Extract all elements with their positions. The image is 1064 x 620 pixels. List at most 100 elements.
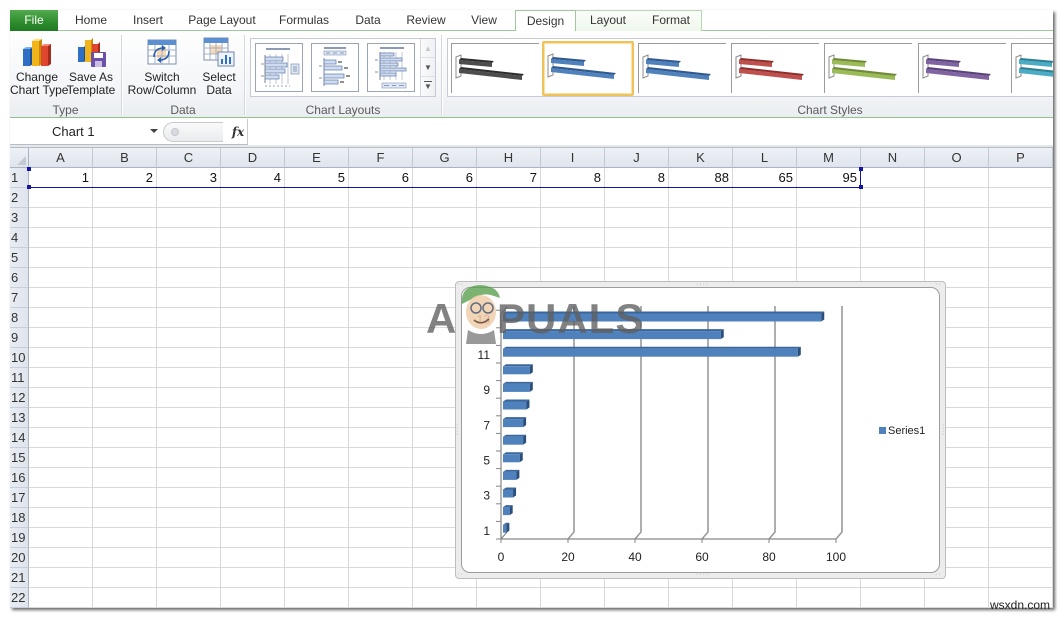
cell-B21[interactable] xyxy=(93,568,157,588)
cell-F3[interactable] xyxy=(349,208,413,228)
cell-D16[interactable] xyxy=(221,468,285,488)
tab-home[interactable]: Home xyxy=(68,10,114,31)
cell-B1[interactable]: 2 xyxy=(93,168,157,188)
cell-J3[interactable] xyxy=(605,208,669,228)
cell-A13[interactable] xyxy=(29,408,93,428)
chart-style-4[interactable] xyxy=(730,43,819,93)
cell-C5[interactable] xyxy=(157,248,221,268)
cell-O3[interactable] xyxy=(925,208,989,228)
cell-L4[interactable] xyxy=(733,228,797,248)
cell-A17[interactable] xyxy=(29,488,93,508)
cell-F7[interactable] xyxy=(349,288,413,308)
cell-F1[interactable]: 6 xyxy=(349,168,413,188)
cell-E10[interactable] xyxy=(285,348,349,368)
cell-N1[interactable] xyxy=(861,168,925,188)
column-header-L[interactable]: L xyxy=(733,148,797,168)
cell-P10[interactable] xyxy=(989,348,1053,368)
cell-D19[interactable] xyxy=(221,528,285,548)
row-header-2[interactable]: 2 xyxy=(10,188,29,208)
cell-D6[interactable] xyxy=(221,268,285,288)
cell-C7[interactable] xyxy=(157,288,221,308)
cell-P1[interactable] xyxy=(989,168,1053,188)
column-header-A[interactable]: A xyxy=(29,148,93,168)
cell-J22[interactable] xyxy=(605,588,669,608)
cell-D4[interactable] xyxy=(221,228,285,248)
cell-D14[interactable] xyxy=(221,428,285,448)
column-header-C[interactable]: C xyxy=(157,148,221,168)
cell-D2[interactable] xyxy=(221,188,285,208)
cell-F9[interactable] xyxy=(349,328,413,348)
change-chart-type-button[interactable]: Change Chart Type xyxy=(10,34,68,100)
cell-A19[interactable] xyxy=(29,528,93,548)
resize-handle-bottom[interactable]: ···· xyxy=(696,571,709,578)
switch-row-column-button[interactable]: Switch Row/Column xyxy=(127,34,197,100)
cell-E19[interactable] xyxy=(285,528,349,548)
cell-G4[interactable] xyxy=(413,228,477,248)
chart-style-7[interactable] xyxy=(1010,43,1053,93)
cell-C12[interactable] xyxy=(157,388,221,408)
cell-C2[interactable] xyxy=(157,188,221,208)
gallery-scroll-up-button[interactable]: ▲ xyxy=(421,39,435,58)
cell-B11[interactable] xyxy=(93,368,157,388)
cell-P15[interactable] xyxy=(989,448,1053,468)
cell-P4[interactable] xyxy=(989,228,1053,248)
row-header-15[interactable]: 15 xyxy=(10,448,29,468)
cell-A6[interactable] xyxy=(29,268,93,288)
cell-P18[interactable] xyxy=(989,508,1053,528)
cell-D18[interactable] xyxy=(221,508,285,528)
cell-O1[interactable] xyxy=(925,168,989,188)
range-handle-bottom-left[interactable] xyxy=(27,185,31,189)
cell-M5[interactable] xyxy=(797,248,861,268)
column-header-P[interactable]: P xyxy=(989,148,1053,168)
cell-D22[interactable] xyxy=(221,588,285,608)
cell-F16[interactable] xyxy=(349,468,413,488)
cell-E3[interactable] xyxy=(285,208,349,228)
tab-insert[interactable]: Insert xyxy=(126,10,170,31)
cell-D20[interactable] xyxy=(221,548,285,568)
cell-A11[interactable] xyxy=(29,368,93,388)
cell-O4[interactable] xyxy=(925,228,989,248)
cell-F10[interactable] xyxy=(349,348,413,368)
tab-formulas[interactable]: Formulas xyxy=(275,10,333,31)
cell-F6[interactable] xyxy=(349,268,413,288)
column-header-N[interactable]: N xyxy=(861,148,925,168)
range-handle-bottom-right[interactable] xyxy=(859,185,863,189)
cell-D15[interactable] xyxy=(221,448,285,468)
cell-P6[interactable] xyxy=(989,268,1053,288)
cell-A10[interactable] xyxy=(29,348,93,368)
cell-G22[interactable] xyxy=(413,588,477,608)
cell-H22[interactable] xyxy=(477,588,541,608)
row-header-20[interactable]: 20 xyxy=(10,548,29,568)
insert-function-icon[interactable]: fx xyxy=(228,122,248,142)
gallery-more-button[interactable]: ▼ xyxy=(421,77,435,96)
cell-K22[interactable] xyxy=(669,588,733,608)
cell-F17[interactable] xyxy=(349,488,413,508)
cell-F15[interactable] xyxy=(349,448,413,468)
cell-L1[interactable]: 65 xyxy=(733,168,797,188)
cell-P5[interactable] xyxy=(989,248,1053,268)
cell-H3[interactable] xyxy=(477,208,541,228)
cell-B3[interactable] xyxy=(93,208,157,228)
cell-J1[interactable]: 8 xyxy=(605,168,669,188)
cell-A15[interactable] xyxy=(29,448,93,468)
cell-K1[interactable]: 88 xyxy=(669,168,733,188)
column-header-G[interactable]: G xyxy=(413,148,477,168)
cell-A5[interactable] xyxy=(29,248,93,268)
range-handle-top-right[interactable] xyxy=(859,167,863,171)
row-header-12[interactable]: 12 xyxy=(10,388,29,408)
resize-handle-right[interactable]: · · · · xyxy=(942,422,946,438)
cell-F14[interactable] xyxy=(349,428,413,448)
cell-P11[interactable] xyxy=(989,368,1053,388)
cell-E5[interactable] xyxy=(285,248,349,268)
cell-D10[interactable] xyxy=(221,348,285,368)
cell-E4[interactable] xyxy=(285,228,349,248)
cell-I22[interactable] xyxy=(541,588,605,608)
cell-K4[interactable] xyxy=(669,228,733,248)
cell-G3[interactable] xyxy=(413,208,477,228)
cell-B20[interactable] xyxy=(93,548,157,568)
cell-C8[interactable] xyxy=(157,308,221,328)
cell-C6[interactable] xyxy=(157,268,221,288)
cell-D17[interactable] xyxy=(221,488,285,508)
cell-A4[interactable] xyxy=(29,228,93,248)
row-header-9[interactable]: 9 xyxy=(10,328,29,348)
